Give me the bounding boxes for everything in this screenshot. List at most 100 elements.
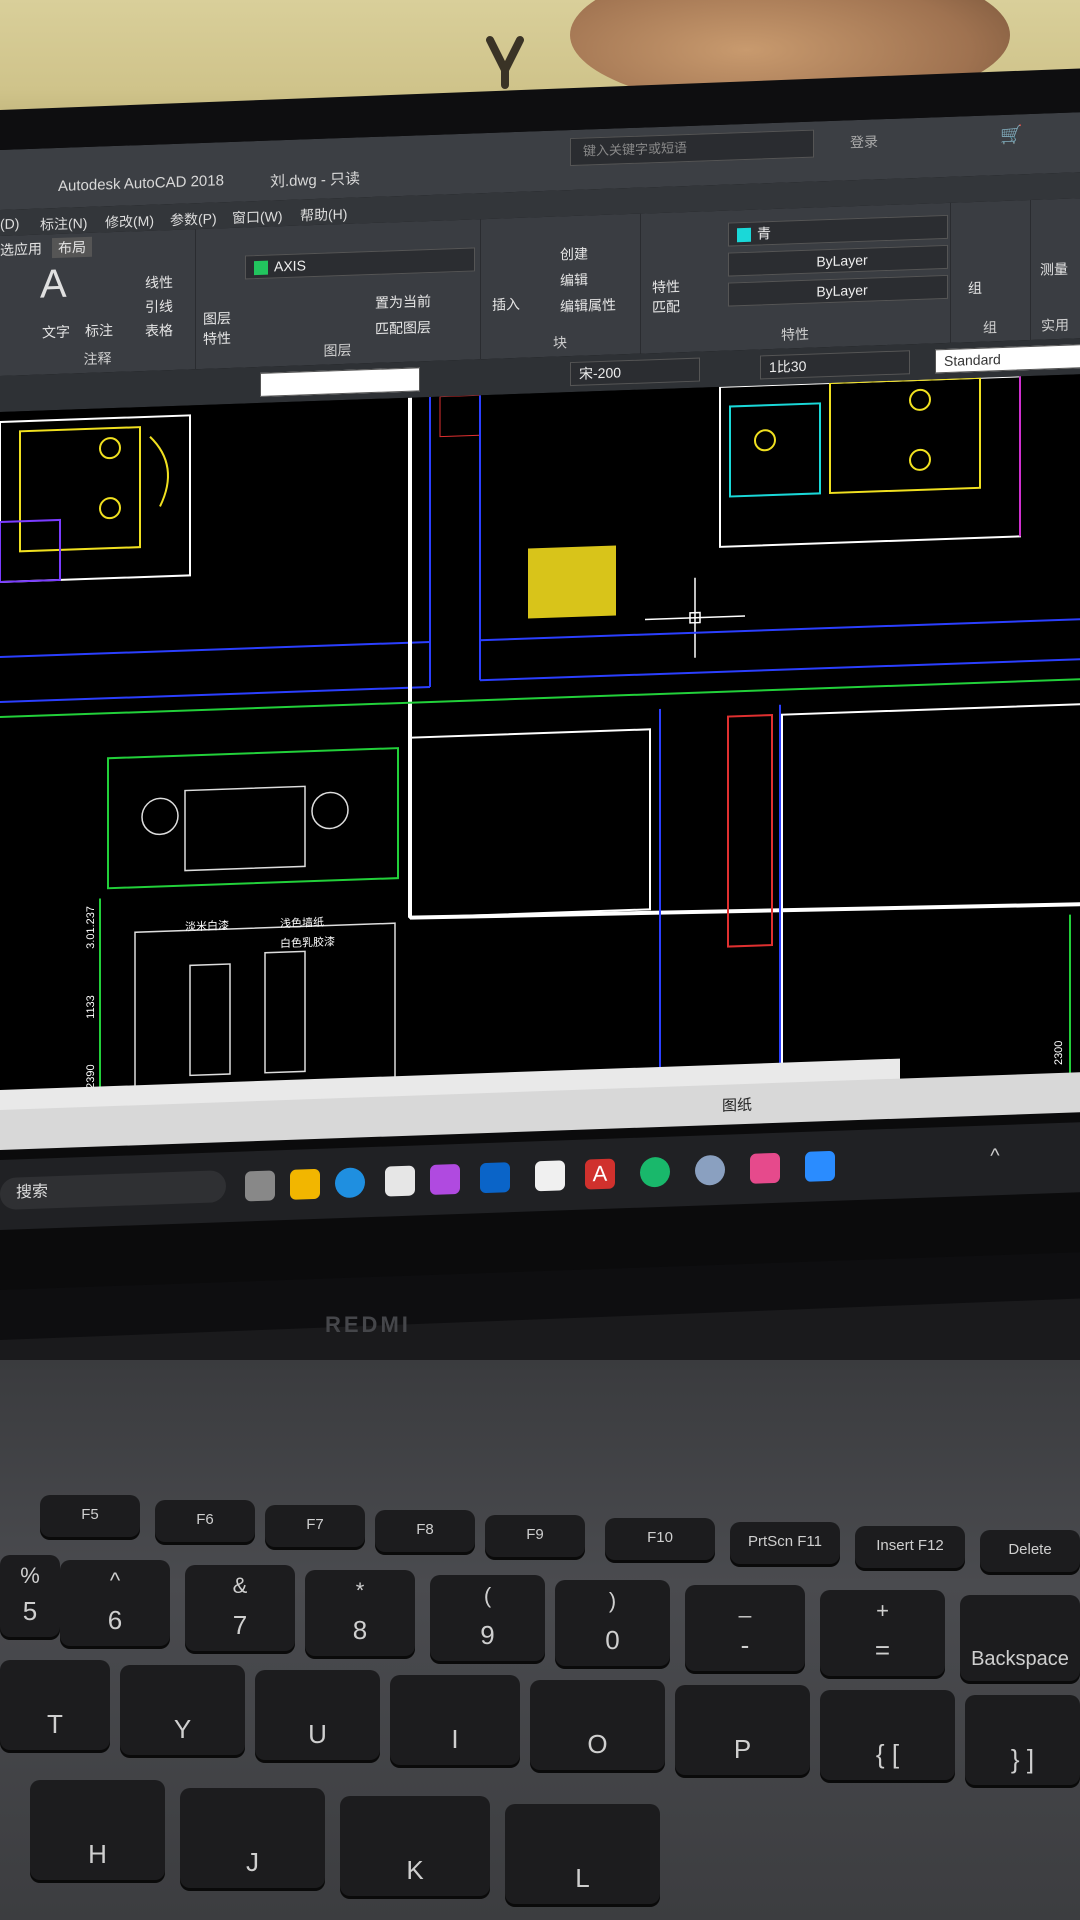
match-layer-button[interactable]: 匹配图层 xyxy=(375,317,431,339)
key-l[interactable]: L xyxy=(505,1804,660,1904)
match-properties-button[interactable]: 特性 匹配 xyxy=(652,276,680,317)
layer-name: AXIS xyxy=(274,257,306,275)
play-icon[interactable] xyxy=(640,1156,670,1188)
viewport-rect-mid xyxy=(409,728,651,919)
insert-button[interactable]: 插入 xyxy=(492,294,520,315)
key-5[interactable]: % 5 xyxy=(0,1555,60,1637)
key-f6[interactable]: F6 xyxy=(155,1500,255,1542)
key-f9[interactable]: F9 xyxy=(485,1515,585,1557)
key-i[interactable]: I xyxy=(390,1675,520,1765)
color-dropdown[interactable]: 青 xyxy=(728,214,948,247)
dimension-tool-label[interactable]: 标注 xyxy=(85,320,113,341)
table-button[interactable]: 表格 xyxy=(145,320,173,341)
key-p[interactable]: P xyxy=(675,1685,810,1775)
measure-button[interactable]: 测量 xyxy=(1040,259,1068,280)
key-o[interactable]: O xyxy=(530,1680,665,1770)
key-f8[interactable]: F8 xyxy=(375,1510,475,1552)
laptop-brand-logo: REDMI xyxy=(325,1312,411,1337)
key-right-bracket[interactable]: } ] xyxy=(965,1695,1080,1785)
help-search-input[interactable]: 键入关键字或短语 xyxy=(570,129,814,167)
outlook-icon[interactable] xyxy=(480,1162,510,1194)
key-k[interactable]: K xyxy=(340,1796,490,1896)
utilities-panel-label[interactable]: 实用 xyxy=(1030,314,1080,336)
key-0[interactable]: ) 0 xyxy=(555,1580,670,1666)
edit-block-button[interactable]: 编辑 xyxy=(560,269,588,290)
key-8[interactable]: * 8 xyxy=(305,1570,415,1656)
linear-dim-button[interactable]: 线性 xyxy=(145,272,173,293)
cart-icon[interactable]: 🛒 xyxy=(1000,124,1022,146)
menu-window[interactable]: 窗口(W) xyxy=(232,206,283,228)
title-block-right xyxy=(479,395,1080,682)
make-current-button[interactable]: 置为当前 xyxy=(375,291,431,313)
key-u[interactable]: U xyxy=(255,1670,380,1760)
lineweight-dropdown[interactable]: ByLayer xyxy=(728,274,948,307)
key-9[interactable]: (9 xyxy=(430,1575,545,1661)
store-icon[interactable] xyxy=(385,1165,415,1197)
groups-panel-label[interactable]: 组 xyxy=(950,316,1030,339)
file-explorer-icon[interactable] xyxy=(290,1168,320,1200)
note-1: 淡米白漆 xyxy=(185,918,229,934)
key-backspace[interactable]: Backspace xyxy=(960,1595,1080,1681)
layers-panel: 图层 特性 AXIS 置为当前 匹配图层 图层 xyxy=(195,219,481,370)
settings-gear-icon[interactable] xyxy=(695,1154,725,1186)
cad-drawing: 1133 2390 2300 3.01.237 淡米白漆 浅色墙纸 白色乳胶漆 xyxy=(0,375,1080,1109)
key-equals[interactable]: + = xyxy=(820,1590,945,1676)
elevation-drawing xyxy=(107,747,399,1094)
key-7[interactable]: & 7 xyxy=(185,1565,295,1651)
copilot-icon[interactable] xyxy=(430,1163,460,1195)
laptop-keyboard: F5 F6 F7 F8 F9 F10 PrtScn F11 Insert F12… xyxy=(0,1360,1080,1920)
menu-modify[interactable]: 修改(M) xyxy=(105,211,154,233)
block-panel-label[interactable]: 块 xyxy=(480,330,640,356)
dim-1133: 1133 xyxy=(85,995,97,1019)
leader-button[interactable]: 引线 xyxy=(145,296,173,317)
tray-chevron-icon[interactable]: ^ xyxy=(980,1145,1010,1176)
table-style-dropdown[interactable]: Standard xyxy=(935,344,1080,374)
key-delete[interactable]: Delete xyxy=(980,1530,1080,1572)
group-button[interactable]: 组 xyxy=(968,278,982,298)
create-block-button[interactable]: 创建 xyxy=(560,243,588,264)
key-j[interactable]: J xyxy=(180,1788,325,1888)
key-t[interactable]: T xyxy=(0,1660,110,1750)
key-y[interactable]: Y xyxy=(120,1665,245,1755)
note-2: 浅色墙纸 xyxy=(280,915,324,931)
app-title: Autodesk AutoCAD 2018 xyxy=(58,172,224,195)
key-f11[interactable]: PrtScn F11 xyxy=(730,1522,840,1564)
menu-parametric[interactable]: 参数(P) xyxy=(170,208,217,230)
edit-attributes-button[interactable]: 编辑属性 xyxy=(560,294,616,316)
text-tool-label[interactable]: 文字 xyxy=(42,322,70,343)
properties-panel: 特性 匹配 青 ByLayer ByLayer 特性 xyxy=(640,202,951,354)
key-left-bracket[interactable]: { [ xyxy=(820,1690,955,1780)
text-icon[interactable]: A xyxy=(40,262,67,308)
key-f10[interactable]: F10 xyxy=(605,1518,715,1560)
edge-icon[interactable] xyxy=(335,1167,365,1199)
task-view-icon[interactable] xyxy=(245,1170,275,1202)
taskbar-search[interactable]: 搜索 xyxy=(0,1170,226,1210)
key-h[interactable]: H xyxy=(30,1780,165,1880)
layer-properties-button[interactable]: 图层 特性 xyxy=(203,308,231,349)
annotate-panel: A 文字 标注 线性 引线 表格 注释 xyxy=(0,229,196,376)
annotate-panel-label[interactable]: 注释 xyxy=(0,345,195,372)
color-name: 青 xyxy=(757,225,771,242)
note-3: 白色乳胶漆 xyxy=(280,934,335,950)
key-f12[interactable]: Insert F12 xyxy=(855,1526,965,1568)
photos-icon[interactable] xyxy=(535,1160,565,1192)
app-icon[interactable] xyxy=(750,1152,780,1184)
menu-help[interactable]: 帮助(H) xyxy=(300,204,347,226)
autocad-icon[interactable]: A xyxy=(585,1158,615,1190)
text-style-dropdown[interactable]: 宋-200 xyxy=(570,357,700,387)
key-minus[interactable]: _ - xyxy=(685,1585,805,1671)
layer-dropdown[interactable]: AXIS xyxy=(245,247,475,280)
paper-space-button[interactable]: 图纸 xyxy=(722,1094,752,1116)
dim-scale-dropdown[interactable]: 1比30 xyxy=(760,350,910,380)
key-f5[interactable]: F5 xyxy=(40,1495,140,1537)
feishu-icon[interactable] xyxy=(805,1150,835,1182)
layer-color-swatch xyxy=(254,260,268,276)
linetype-dropdown[interactable]: ByLayer xyxy=(728,244,948,277)
menu-draw[interactable]: (D) xyxy=(0,215,19,232)
key-6[interactable]: ^ 6 xyxy=(60,1560,170,1646)
key-f7[interactable]: F7 xyxy=(265,1505,365,1547)
login-link[interactable]: 登录 xyxy=(850,131,878,152)
drawing-canvas[interactable]: 1133 2390 2300 3.01.237 淡米白漆 浅色墙纸 白色乳胶漆 xyxy=(0,374,1080,1112)
command-input[interactable] xyxy=(260,367,420,397)
menu-dimension[interactable]: 标注(N) xyxy=(40,213,87,235)
